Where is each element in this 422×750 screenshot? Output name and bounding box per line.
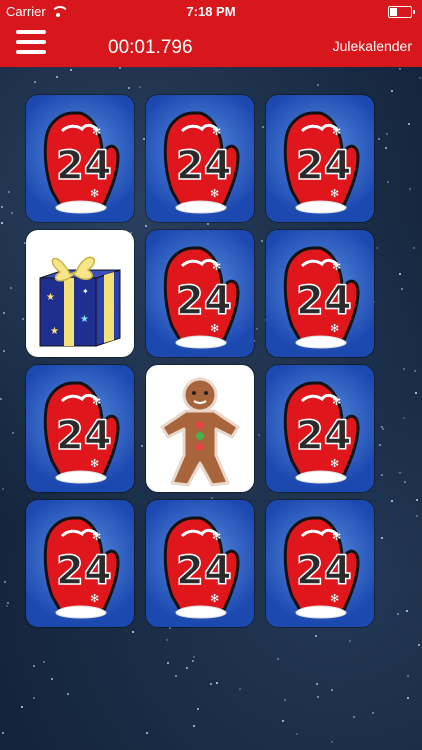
memory-card-hidden[interactable] xyxy=(146,500,254,627)
memory-card-hidden[interactable] xyxy=(26,365,134,492)
memory-card-gingerbread-man[interactable] xyxy=(146,365,254,492)
mitten-24-icon xyxy=(43,516,120,620)
status-time: 7:18 PM xyxy=(186,4,236,19)
mitten-24-icon xyxy=(283,111,360,215)
mitten-24-icon xyxy=(163,516,240,620)
battery-level xyxy=(390,8,397,16)
memory-card-hidden[interactable] xyxy=(266,500,374,627)
mitten-24-icon xyxy=(163,246,240,350)
gingerbread-man-icon xyxy=(160,377,240,487)
mitten-24-icon xyxy=(43,381,120,485)
status-bar: Carrier 7:18 PM xyxy=(0,0,422,22)
memory-card-hidden[interactable] xyxy=(146,95,254,222)
memory-card-hidden[interactable] xyxy=(266,230,374,357)
navigation-bar: 00:01.796 Julekalender xyxy=(0,22,422,67)
mitten-24-icon xyxy=(283,516,360,620)
hamburger-icon[interactable] xyxy=(16,30,46,56)
mitten-24-icon xyxy=(283,246,360,350)
memory-card-hidden[interactable] xyxy=(266,95,374,222)
game-timer: 00:01.796 xyxy=(108,37,193,58)
memory-card-hidden[interactable] xyxy=(26,95,134,222)
gift-box-icon xyxy=(39,256,121,347)
nav-title[interactable]: Julekalender xyxy=(333,38,412,54)
memory-card-hidden[interactable] xyxy=(266,365,374,492)
memory-card-hidden[interactable] xyxy=(146,230,254,357)
mitten-24-icon xyxy=(43,111,120,215)
mitten-24-icon xyxy=(163,111,240,215)
battery-icon xyxy=(388,6,415,18)
top-bar: Carrier 7:18 PM 00:01.796 Julekalender xyxy=(0,0,422,67)
memory-card-hidden[interactable] xyxy=(26,500,134,627)
memory-card-gift-box[interactable] xyxy=(26,230,134,357)
mitten-24-icon xyxy=(283,381,360,485)
